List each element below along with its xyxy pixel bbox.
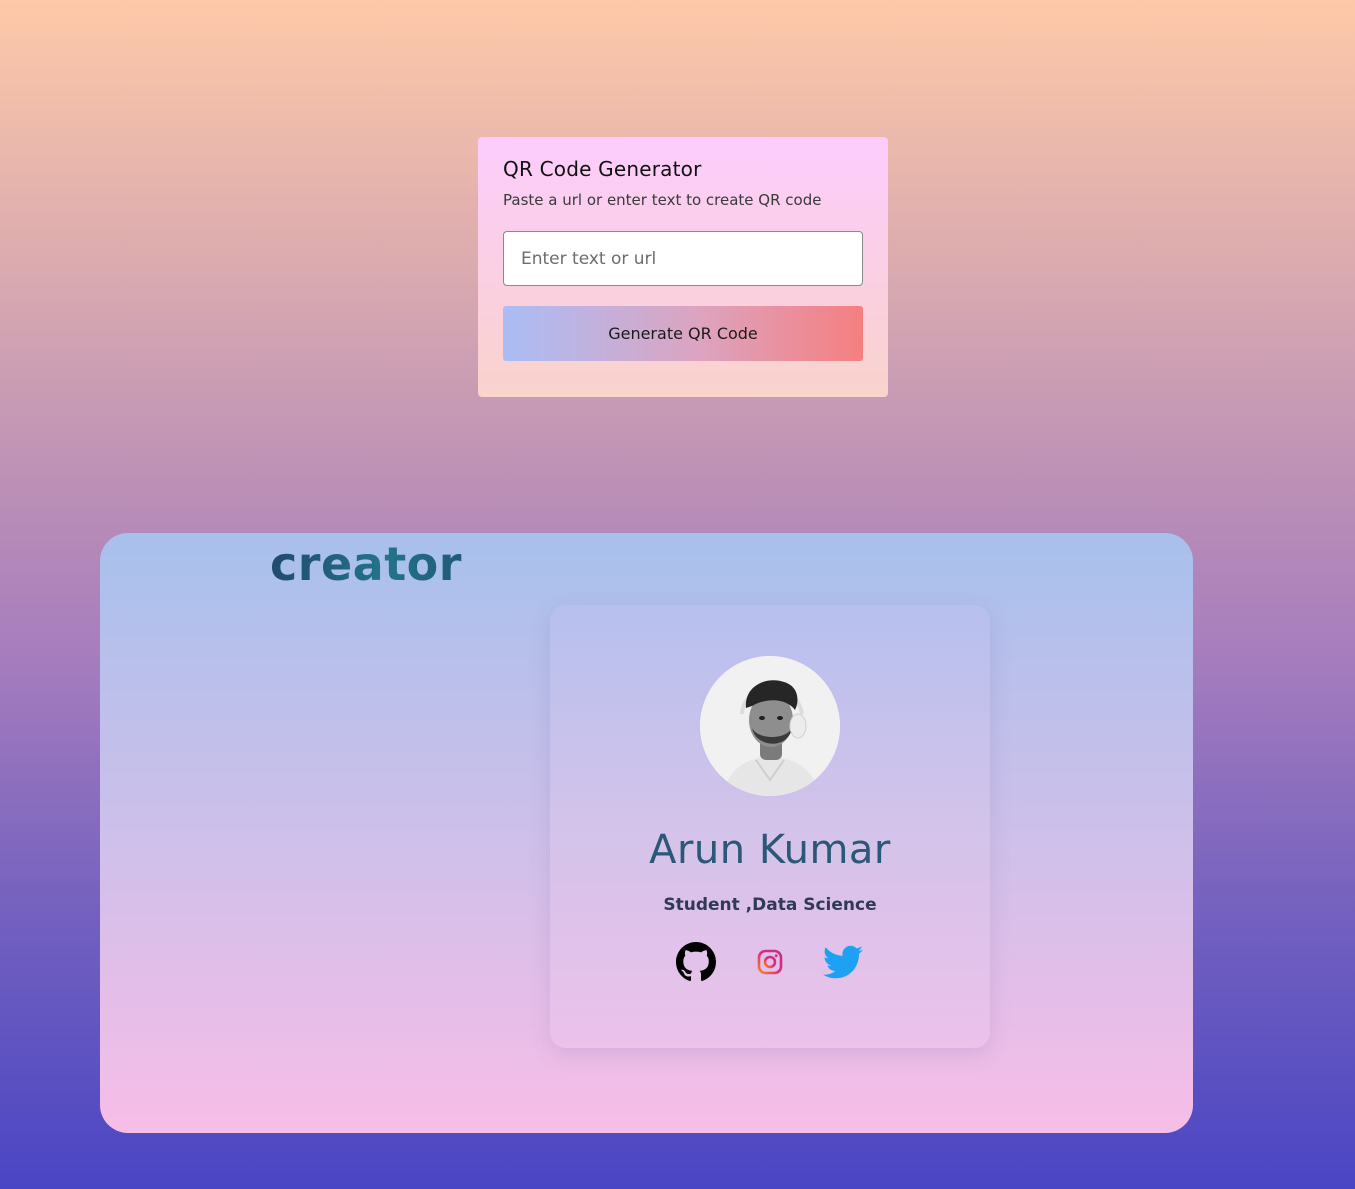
creator-heading: creator: [270, 537, 462, 591]
generate-qr-button[interactable]: Generate QR Code: [503, 306, 863, 361]
profile-photo: [700, 656, 840, 796]
profile-card: Arun Kumar Student ,Data Science: [550, 605, 990, 1048]
qr-generator-card: QR Code Generator Paste a url or enter t…: [478, 137, 888, 397]
twitter-link[interactable]: [823, 942, 863, 982]
qr-generator-title: QR Code Generator: [503, 157, 702, 181]
github-icon: [676, 942, 716, 982]
creator-section: creator Arun Kumar Student ,Data Science: [100, 533, 1193, 1133]
twitter-icon: [823, 945, 863, 979]
avatar: [700, 656, 840, 796]
instagram-link[interactable]: [750, 942, 790, 982]
profile-name: Arun Kumar: [649, 827, 891, 873]
instagram-icon: [757, 949, 783, 975]
qr-text-input[interactable]: [503, 231, 863, 286]
github-link[interactable]: [676, 942, 716, 982]
qr-generator-subtitle: Paste a url or enter text to create QR c…: [503, 191, 822, 209]
profile-role: Student ,Data Science: [663, 895, 877, 915]
social-links: [550, 942, 990, 982]
